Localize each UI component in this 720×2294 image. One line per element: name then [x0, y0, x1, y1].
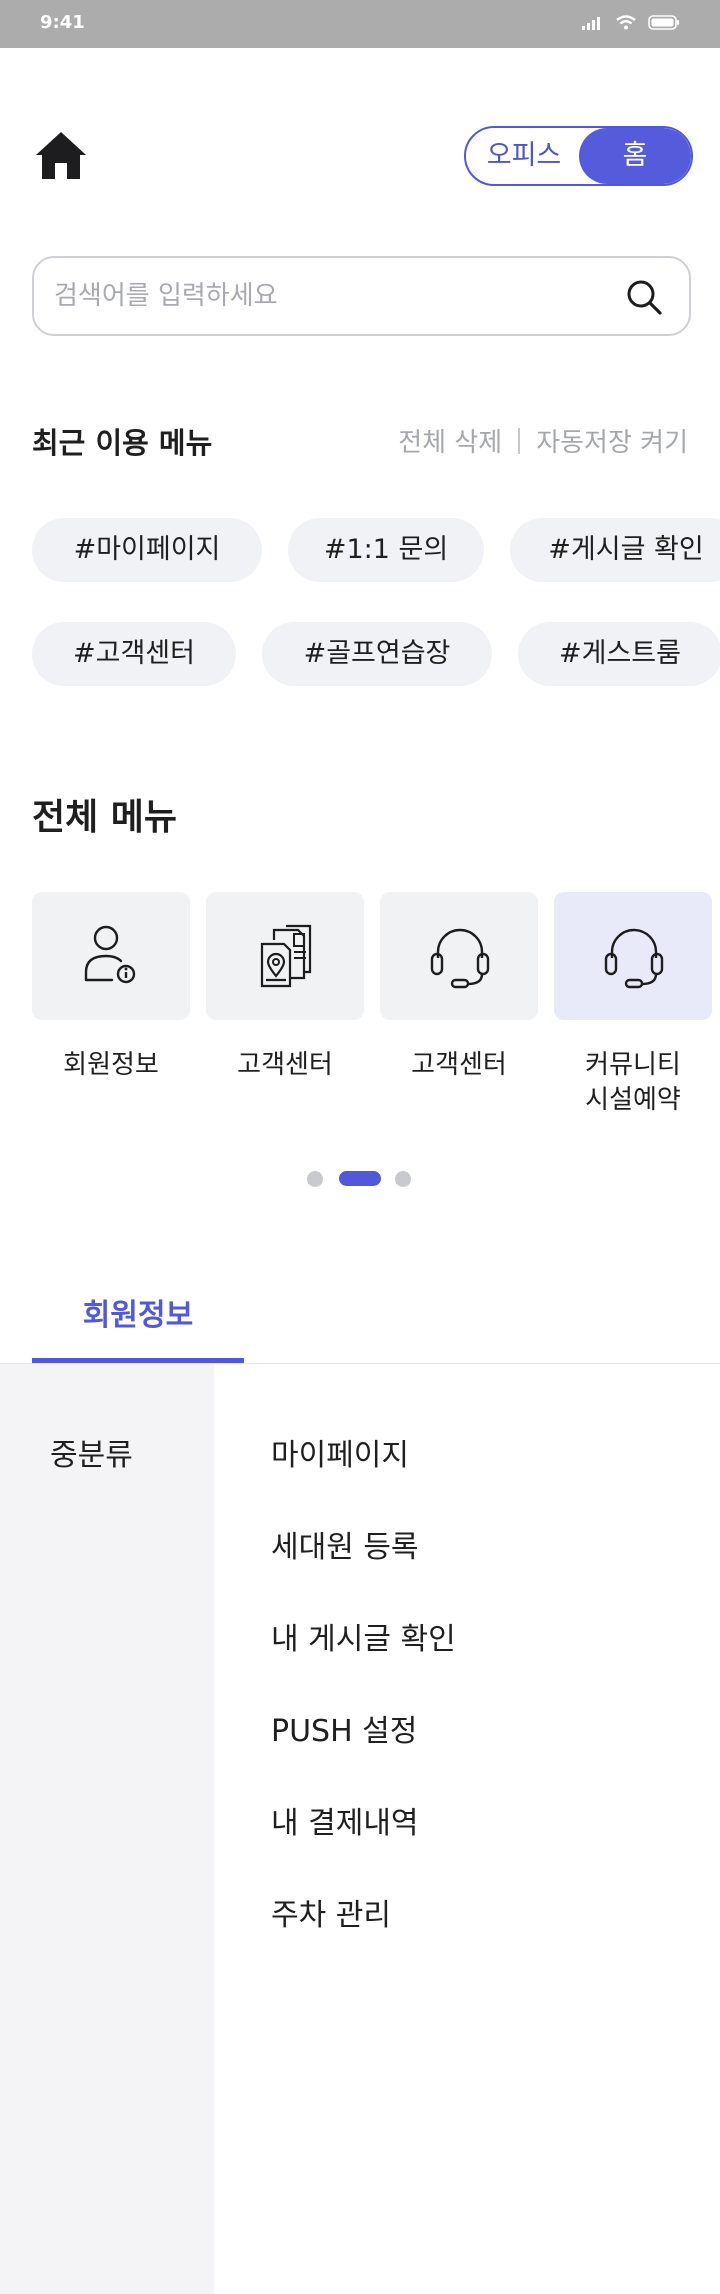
- autosave-toggle-button[interactable]: 자동저장 켜기: [536, 422, 688, 459]
- menu-label: 고객센터: [237, 1050, 333, 1080]
- menu-label: 고객센터: [411, 1050, 507, 1080]
- recent-menu-actions: 전체 삭제 자동저장 켜기: [398, 422, 688, 459]
- signal-icon: [582, 16, 600, 30]
- submenu-item-my-posts[interactable]: 내 게시글 확인: [271, 1614, 456, 1658]
- menu-card-customer-center[interactable]: [206, 892, 364, 1020]
- battery-icon: [648, 15, 679, 30]
- category-label[interactable]: 중분류: [50, 1430, 133, 1474]
- menu-label: 커뮤니티 시설예약: [585, 1050, 681, 1115]
- delete-all-button[interactable]: 전체 삭제: [398, 422, 502, 459]
- search-box[interactable]: [32, 256, 691, 336]
- pagination-dot[interactable]: [307, 1171, 323, 1187]
- headset-icon: [604, 928, 664, 989]
- toggle-home-option[interactable]: 홈: [579, 128, 691, 184]
- recent-chip[interactable]: #게시글 확인: [510, 518, 720, 582]
- menu-card-community-booking[interactable]: [554, 892, 712, 1020]
- recent-chip[interactable]: #게스트룸: [518, 622, 720, 686]
- menu-label: 회원정보: [63, 1050, 159, 1080]
- recent-menu-title: 최근 이용 메뉴: [32, 426, 213, 460]
- search-input[interactable]: [54, 258, 614, 334]
- tab-member-info[interactable]: 회원정보: [32, 1290, 244, 1362]
- submenu-item-push-settings[interactable]: PUSH 설정: [271, 1706, 417, 1750]
- home-icon[interactable]: [34, 128, 88, 182]
- toggle-office-option[interactable]: 오피스: [466, 128, 582, 184]
- mode-toggle[interactable]: 오피스 홈: [464, 126, 693, 186]
- recent-chip[interactable]: #1:1 문의: [288, 518, 484, 582]
- search-icon[interactable]: [625, 278, 663, 316]
- submenu-item-household-register[interactable]: 세대원 등록: [271, 1522, 419, 1566]
- divider: [518, 427, 521, 454]
- submenu-item-mypage[interactable]: 마이페이지: [271, 1430, 409, 1474]
- pagination-dot-active[interactable]: [339, 1171, 381, 1186]
- menu-card-customer-center-2[interactable]: [380, 892, 538, 1020]
- all-menu-title: 전체 메뉴: [32, 797, 178, 838]
- menu-card-member-info[interactable]: [32, 892, 190, 1020]
- status-time: 9:41: [40, 12, 85, 33]
- member-info-icon: [84, 925, 136, 984]
- headset-icon: [430, 928, 490, 989]
- pagination-dot[interactable]: [395, 1171, 411, 1187]
- submenu-item-parking[interactable]: 주차 관리: [271, 1890, 391, 1934]
- document-location-icon: [260, 924, 312, 988]
- recent-chip[interactable]: #마이페이지: [32, 518, 262, 582]
- recent-chip[interactable]: #골프연습장: [262, 622, 492, 686]
- status-icons: [582, 15, 680, 30]
- category-side-panel: [0, 1364, 214, 2294]
- status-bar: 9:41: [0, 0, 720, 48]
- submenu-item-payment-history[interactable]: 내 결제내역: [271, 1798, 419, 1842]
- recent-chip[interactable]: #고객센터: [32, 622, 236, 686]
- wifi-icon: [616, 15, 636, 30]
